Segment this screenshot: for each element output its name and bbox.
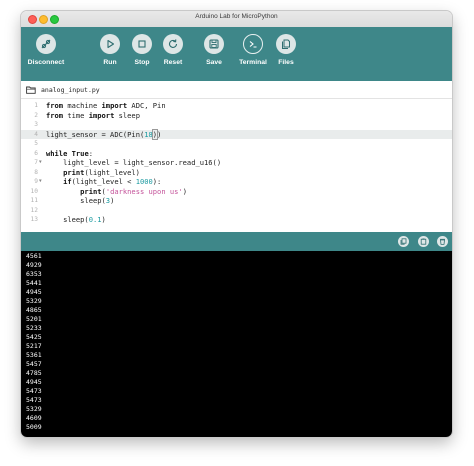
fold-chevron-icon[interactable]: ▼: [39, 158, 42, 168]
code-text: sleep(3): [46, 196, 115, 205]
disconnect-button[interactable]: Disconnect: [23, 32, 69, 78]
play-icon: [107, 39, 115, 49]
fold-chevron-icon[interactable]: ▼: [39, 177, 42, 187]
terminal-line: 4785: [26, 369, 42, 377]
line-number: 3: [34, 121, 38, 128]
line-number: 2: [34, 111, 38, 119]
code-editor[interactable]: 1 from machine import ADC, Pin 2 from ti…: [21, 99, 452, 232]
window-title: Arduino Lab for MicroPython: [195, 13, 278, 20]
code-line[interactable]: 3: [21, 120, 452, 130]
code-line[interactable]: 5: [21, 139, 452, 149]
folder-icon: [26, 86, 36, 94]
terminal-line: 5201: [26, 315, 42, 323]
code-line[interactable]: 12: [21, 206, 452, 216]
line-number: 10: [30, 187, 38, 195]
code-text: print('darkness upon us'): [46, 186, 187, 196]
clear-terminal-button[interactable]: [437, 236, 448, 247]
app-window: Arduino Lab for MicroPython Disconnect R…: [21, 11, 452, 437]
terminal-line: 5361: [26, 351, 42, 359]
line-number: 12: [30, 206, 38, 214]
toolbar: Disconnect Run Stop Reset Save Terminal …: [21, 27, 452, 81]
terminal-line: 5425: [26, 333, 42, 341]
file-tab-bar: analog_input.py: [21, 81, 452, 99]
terminal-icon: [249, 41, 257, 48]
terminal-line: 4865: [26, 306, 42, 314]
terminal-line: 5441: [26, 279, 42, 287]
line-number: 8: [34, 168, 38, 176]
files-button[interactable]: Files: [263, 32, 309, 78]
save-icon: [209, 39, 219, 49]
code-text: light_sensor = ADC(Pin(18)): [46, 128, 162, 140]
code-text: from time import sleep: [46, 110, 140, 120]
copy-icon: [400, 238, 407, 245]
code-line[interactable]: 6 while True:: [21, 149, 452, 159]
terminal-line: 5473: [26, 396, 42, 404]
terminal-line: 5233: [26, 324, 42, 332]
files-icon: [282, 39, 290, 49]
reset-button[interactable]: Reset: [150, 32, 196, 78]
code-line[interactable]: 1 from machine import ADC, Pin: [21, 101, 452, 111]
terminal-line: 5217: [26, 342, 42, 350]
terminal-toolbar: [21, 232, 452, 251]
line-number: 4: [34, 130, 38, 138]
line-number: 11: [30, 197, 38, 204]
terminal-line: 5457: [26, 360, 42, 368]
code-text: print(light_level): [46, 167, 140, 177]
stop-icon: [138, 40, 146, 48]
terminal-line: 6353: [26, 270, 42, 278]
paste-button[interactable]: [418, 236, 429, 247]
file-tab[interactable]: analog_input.py: [26, 84, 100, 96]
files-label: Files: [278, 59, 294, 66]
terminal-line: 5473: [26, 387, 42, 395]
disconnect-label: Disconnect: [27, 59, 65, 66]
title-bar: Arduino Lab for MicroPython: [21, 11, 452, 28]
terminal-line: 4561: [26, 252, 42, 260]
reset-label: Reset: [163, 59, 183, 66]
code-line[interactable]: 2 from time import sleep: [21, 111, 452, 121]
line-number: 1: [34, 102, 38, 109]
terminal-line: 4945: [26, 288, 42, 296]
code-line[interactable]: 10 print('darkness upon us'): [21, 187, 452, 197]
reset-icon: [169, 39, 178, 48]
code-line[interactable]: 8 print(light_level): [21, 168, 452, 178]
line-number: 5: [34, 140, 38, 147]
code-text: from machine import ADC, Pin: [46, 101, 166, 110]
code-text: light_level = light_sensor.read_u16(): [46, 158, 222, 167]
line-number: 13: [30, 216, 38, 223]
line-number: 6: [34, 149, 38, 157]
code-text: sleep(0.1): [46, 215, 106, 224]
line-number: 9: [34, 178, 38, 185]
code-line-active[interactable]: 4 light_sensor = ADC(Pin(18)): [21, 128, 452, 140]
disconnect-icon: [41, 39, 51, 49]
code-line[interactable]: 13 sleep(0.1): [21, 215, 452, 225]
terminal-line: 5009: [26, 423, 42, 431]
paste-icon: [420, 238, 427, 245]
code-text: if(light_level < 1000):: [46, 177, 162, 186]
terminal-output[interactable]: 4561 4929 6353 5441 4945 5329 4865 5201 …: [21, 251, 452, 437]
copy-button[interactable]: [398, 236, 409, 247]
terminal-line: 5329: [26, 297, 42, 305]
code-line[interactable]: 7 ▼ light_level = light_sensor.read_u16(…: [21, 158, 452, 168]
code-line[interactable]: 11 sleep(3): [21, 196, 452, 206]
terminal-line: 4929: [26, 261, 42, 269]
line-number: 7: [34, 159, 38, 166]
code-text: while True:: [46, 148, 94, 158]
terminal-line: 5329: [26, 405, 42, 413]
file-tab-label: analog_input.py: [41, 86, 100, 94]
code-line[interactable]: 9 ▼ if(light_level < 1000):: [21, 177, 452, 187]
terminal-line: 4945: [26, 378, 42, 386]
trash-icon: [440, 238, 445, 245]
terminal-line: 4609: [26, 414, 42, 422]
